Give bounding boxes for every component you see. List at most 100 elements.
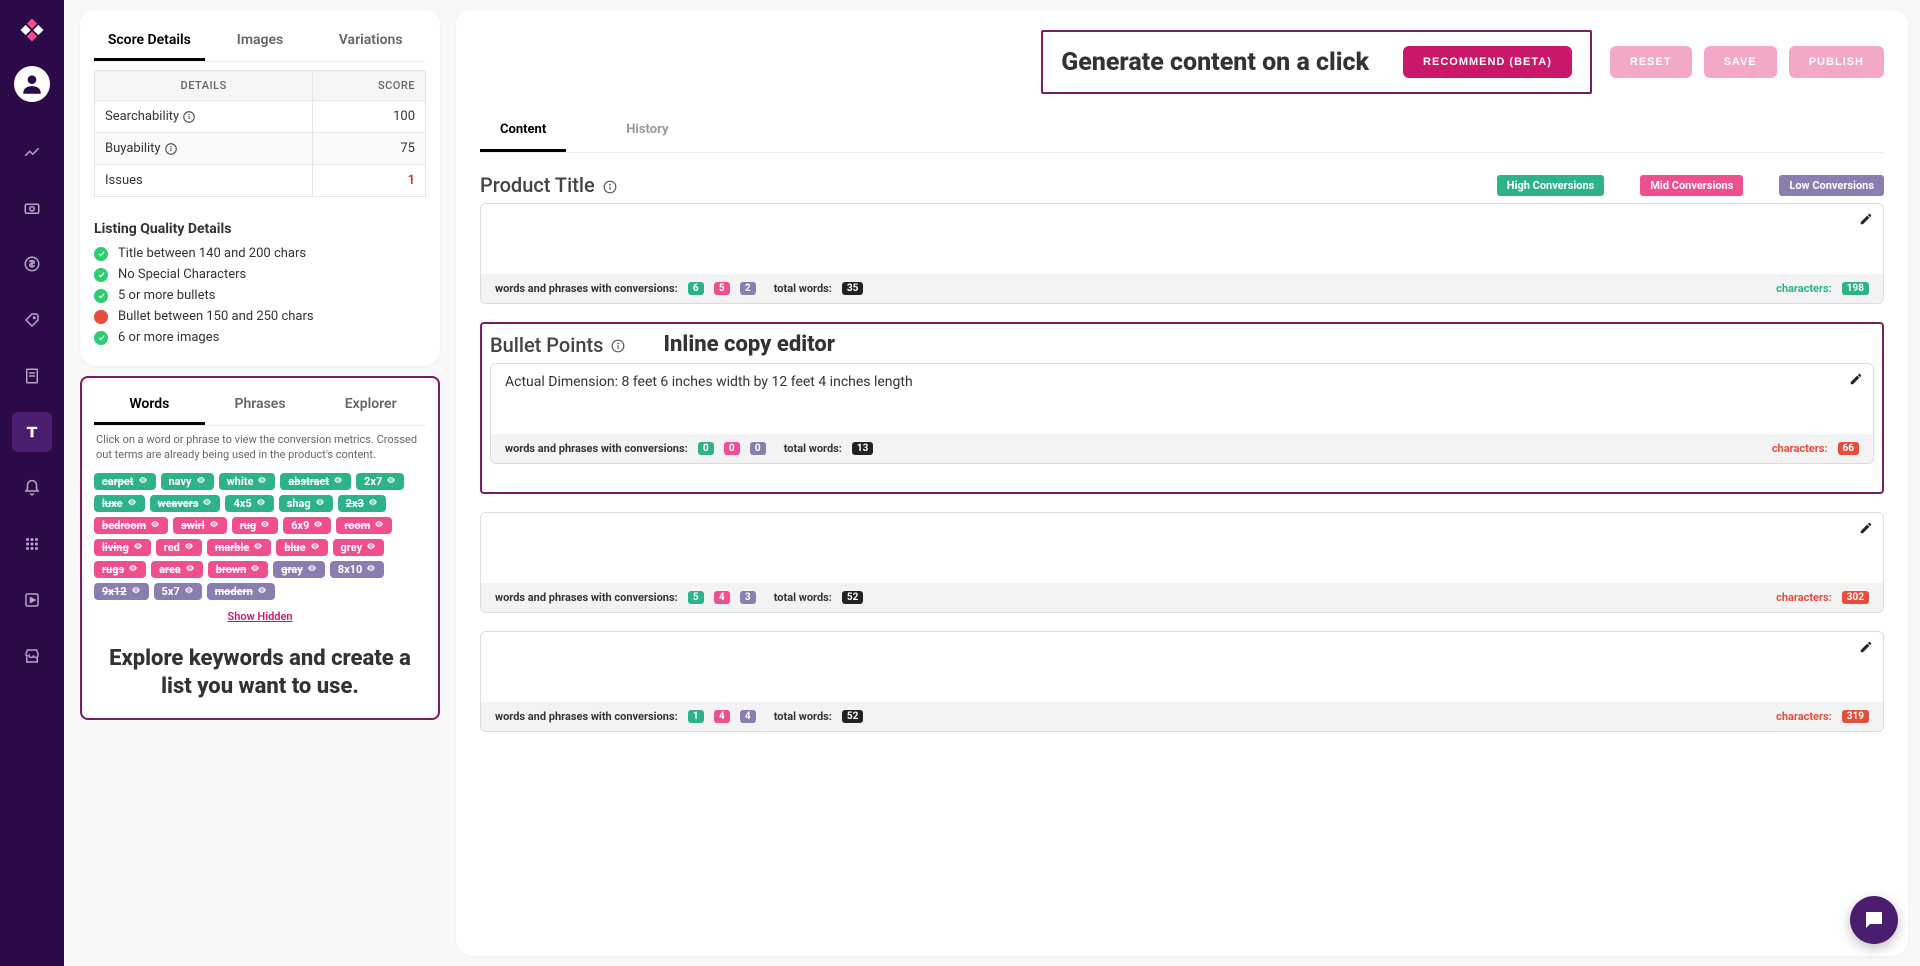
- reset-button[interactable]: Reset: [1610, 46, 1692, 78]
- tab-score-details[interactable]: Score Details: [94, 24, 205, 61]
- keyword-chip[interactable]: white: [219, 473, 276, 490]
- conv-count-pill: 4: [740, 710, 756, 723]
- keyword-chip[interactable]: marble: [207, 539, 271, 556]
- editor-footer: words and phrases with conversions:543to…: [481, 583, 1883, 612]
- keyword-chip[interactable]: carpet: [94, 473, 156, 490]
- badge-low: Low Conversions: [1779, 175, 1884, 196]
- keyword-chip[interactable]: gray: [273, 561, 324, 578]
- info-icon[interactable]: [182, 109, 196, 124]
- info-icon[interactable]: [164, 141, 178, 156]
- keyword-chip[interactable]: modern: [207, 583, 275, 600]
- pencil-icon[interactable]: [1859, 640, 1873, 658]
- pencil-icon[interactable]: [1859, 212, 1873, 230]
- stats-chars-label: characters:: [1776, 710, 1832, 723]
- conv-count-pill: 0: [750, 442, 766, 455]
- nav-text-icon[interactable]: [12, 412, 52, 452]
- keyword-chip[interactable]: bedroom: [94, 517, 168, 534]
- keyword-chip[interactable]: 4x5: [225, 495, 273, 512]
- avatar[interactable]: [14, 66, 50, 102]
- info-icon[interactable]: [603, 173, 617, 197]
- score-row-label: Issues: [95, 165, 313, 197]
- eye-icon: [184, 585, 194, 598]
- score-row-value: 75: [313, 133, 426, 165]
- conv-count-pill: 0: [698, 442, 714, 455]
- show-hidden-link[interactable]: Show Hidden: [94, 610, 426, 623]
- tab-images[interactable]: Images: [205, 24, 316, 61]
- keyword-chip[interactable]: shag: [279, 495, 333, 512]
- keyword-chip[interactable]: navy: [161, 473, 214, 490]
- chars-pill: 66: [1838, 442, 1859, 455]
- keyword-chip[interactable]: rugs: [94, 561, 146, 578]
- editor-body[interactable]: Actual Dimension: 8 feet 6 inches width …: [491, 364, 1873, 434]
- conv-count-pill: 5: [714, 282, 730, 295]
- stats-conv-label: words and phrases with conversions:: [495, 710, 678, 723]
- publish-button[interactable]: Publish: [1789, 46, 1884, 78]
- conv-count-pill: 1: [688, 710, 704, 723]
- tab-phrases[interactable]: Phrases: [205, 388, 316, 425]
- keyword-chip[interactable]: 8x10: [330, 561, 385, 578]
- keyword-chip[interactable]: 2x3: [338, 495, 386, 512]
- keyword-chip[interactable]: brown: [208, 561, 269, 578]
- eye-icon: [257, 585, 267, 598]
- editor-body[interactable]: [481, 513, 1883, 583]
- chars-pill: 198: [1842, 282, 1869, 295]
- keyword-chip[interactable]: luxe: [94, 495, 145, 512]
- pencil-icon[interactable]: [1859, 521, 1873, 539]
- stats-total-label: total words:: [774, 282, 832, 295]
- editor-body[interactable]: [481, 632, 1883, 702]
- alert-icon: [94, 310, 108, 324]
- nav-camera-icon[interactable]: [12, 188, 52, 228]
- tab-explorer[interactable]: Explorer: [315, 388, 426, 425]
- eye-icon: [366, 541, 376, 554]
- stats-conv-label: words and phrases with conversions:: [495, 282, 678, 295]
- keyword-chip[interactable]: 2x7: [356, 473, 404, 490]
- tab-variations[interactable]: Variations: [315, 24, 426, 61]
- nav-dollar-icon[interactable]: [12, 244, 52, 284]
- editor-body[interactable]: [481, 204, 1883, 274]
- chars-pill: 302: [1842, 591, 1869, 604]
- keyword-chip[interactable]: red: [156, 539, 202, 556]
- eye-icon: [366, 563, 376, 576]
- save-button[interactable]: Save: [1704, 46, 1777, 78]
- listing-quality-item: 6 or more images: [94, 327, 426, 348]
- nav-store-icon[interactable]: [12, 636, 52, 676]
- keyword-chip[interactable]: swirl: [173, 517, 227, 534]
- nav-play-icon[interactable]: [12, 580, 52, 620]
- eye-icon: [253, 541, 263, 554]
- pencil-icon[interactable]: [1849, 372, 1863, 390]
- chat-bubble[interactable]: [1850, 896, 1898, 944]
- nav-bell-icon[interactable]: [12, 468, 52, 508]
- keyword-chip[interactable]: abstract: [280, 473, 351, 490]
- info-icon[interactable]: [611, 333, 625, 357]
- keyword-chip[interactable]: rug: [232, 517, 278, 534]
- tab-history[interactable]: History: [606, 112, 688, 152]
- eye-icon: [202, 497, 212, 510]
- nav-trend-icon[interactable]: [12, 132, 52, 172]
- recommend-button[interactable]: Recommend (Beta): [1403, 46, 1572, 78]
- tab-content[interactable]: Content: [480, 112, 566, 152]
- check-icon: [94, 331, 108, 345]
- conv-count-pill: 4: [714, 710, 730, 723]
- nav-tag-icon[interactable]: [12, 300, 52, 340]
- th-details: Details: [95, 71, 313, 101]
- score-row-value: 1: [313, 165, 426, 197]
- content-panel: Generate content on a click Recommend (B…: [456, 10, 1908, 956]
- keyword-chip[interactable]: blue: [276, 539, 327, 556]
- keyword-chip[interactable]: area: [151, 561, 203, 578]
- keyword-chip[interactable]: grey: [333, 539, 385, 556]
- tab-words[interactable]: Words: [94, 388, 205, 425]
- keyword-chip[interactable]: weavers: [150, 495, 221, 512]
- keyword-chip[interactable]: 9x12: [94, 583, 149, 600]
- listing-quality-item: Bullet between 150 and 250 chars: [94, 306, 426, 327]
- keyword-chip[interactable]: 5x7: [154, 583, 202, 600]
- nav-doc-icon[interactable]: [12, 356, 52, 396]
- keyword-chip[interactable]: room: [336, 517, 392, 534]
- eye-icon: [150, 519, 160, 532]
- nav-grid-icon[interactable]: [12, 524, 52, 564]
- keyword-chip[interactable]: 6x9: [283, 517, 331, 534]
- eye-icon: [196, 475, 206, 488]
- keyword-chip[interactable]: living: [94, 539, 151, 556]
- sidebar-nav: [0, 0, 64, 966]
- keywords-panel: Words Phrases Explorer Click on a word o…: [80, 376, 440, 720]
- words-hint: Click on a word or phrase to view the co…: [94, 426, 426, 473]
